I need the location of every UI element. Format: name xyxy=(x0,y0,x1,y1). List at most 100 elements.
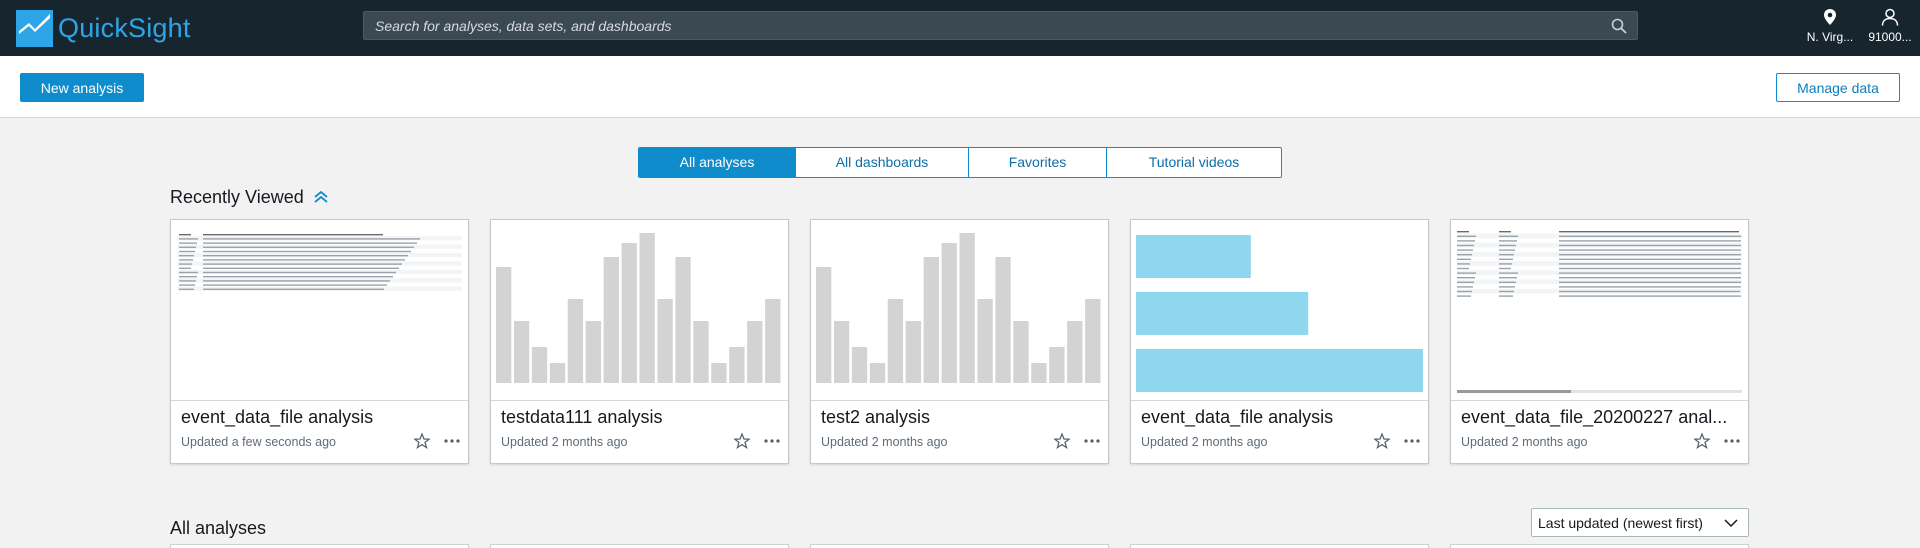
bar-chart-thumbnail xyxy=(816,233,1101,383)
manage-data-button[interactable]: Manage data xyxy=(1776,73,1900,102)
search-icon[interactable] xyxy=(1611,18,1627,34)
favorite-star-icon[interactable] xyxy=(1374,433,1390,449)
thumbnail-cell xyxy=(1559,244,1741,247)
chevron-down-icon xyxy=(1724,519,1738,528)
thumbnail-cell xyxy=(203,234,383,236)
analysis-card-peek[interactable] xyxy=(490,544,789,548)
thumbnail-cell xyxy=(1457,240,1475,242)
location-pin-icon xyxy=(1824,9,1836,25)
analysis-thumbnail xyxy=(491,220,788,401)
thumbnail-bar xyxy=(1085,299,1101,383)
thumbnail-bar xyxy=(816,267,832,383)
search-input[interactable] xyxy=(364,12,1594,39)
analysis-updated: Updated 2 months ago xyxy=(501,435,628,449)
thumbnail-bar xyxy=(567,299,584,383)
thumbnail-bar xyxy=(531,347,548,383)
bar-chart-thumbnail xyxy=(496,233,781,383)
analysis-card-peek[interactable] xyxy=(1450,544,1749,548)
collapse-icon[interactable] xyxy=(313,190,329,204)
thumbnail-cell xyxy=(1457,235,1476,237)
thumbnail-cell xyxy=(1457,263,1470,265)
region-selector[interactable]: N. Virg... xyxy=(1800,6,1860,50)
thumbnail-cell xyxy=(203,250,411,253)
thumbnail-bar xyxy=(1049,347,1065,383)
more-options-icon[interactable] xyxy=(1083,433,1101,449)
analysis-card[interactable]: event_data_file_20200227 anal... Updated… xyxy=(1450,219,1749,464)
search-bar[interactable] xyxy=(363,11,1638,40)
tab-all-analyses[interactable]: All analyses xyxy=(639,148,796,177)
account-label: 91000... xyxy=(1868,30,1912,44)
favorite-star-icon[interactable] xyxy=(734,433,750,449)
thumbnail-cell xyxy=(1457,254,1472,256)
thumbnail-cell xyxy=(1559,295,1741,297)
thumbnail-cell xyxy=(203,276,393,278)
more-options-icon[interactable] xyxy=(443,433,461,449)
thumbnail-bar xyxy=(675,257,691,383)
thumbnail-cell xyxy=(1499,290,1514,293)
thumbnail-bar xyxy=(851,347,868,383)
thumbnail-cell xyxy=(1559,249,1741,251)
thumbnail-bar xyxy=(639,233,655,383)
analysis-card-peek[interactable] xyxy=(810,544,1109,548)
thumbnail-cell xyxy=(1499,249,1515,251)
thumbnail-bar xyxy=(923,257,939,383)
thumbnail-bar xyxy=(905,321,922,383)
user-icon xyxy=(1881,8,1899,26)
analysis-card[interactable]: test2 analysis Updated 2 months ago xyxy=(810,219,1109,464)
thumbnail-cell xyxy=(1499,231,1511,233)
thumbnail-cell xyxy=(203,246,414,248)
thumbnail-cell xyxy=(203,259,405,261)
quicksight-logo[interactable]: QuickSight xyxy=(16,8,191,48)
thumbnail-cell xyxy=(1457,231,1469,233)
thumbnail-cell xyxy=(1559,254,1741,256)
table-thumbnail xyxy=(1457,231,1742,393)
thumbnail-cell xyxy=(1499,244,1516,247)
tab-favorites[interactable]: Favorites xyxy=(969,148,1107,177)
more-options-icon[interactable] xyxy=(1403,433,1421,449)
horizontal-bar-chart-thumbnail xyxy=(1136,235,1423,392)
new-analysis-button[interactable]: New analysis xyxy=(20,73,144,102)
thumbnail-bar xyxy=(657,299,673,383)
tab-all-dashboards[interactable]: All dashboards xyxy=(796,148,969,177)
thumbnail-bar xyxy=(977,299,993,383)
thumbnail-bar xyxy=(995,257,1011,383)
account-menu[interactable]: 91000... xyxy=(1862,6,1918,50)
thumbnail-cell xyxy=(203,267,399,269)
favorite-star-icon[interactable] xyxy=(414,433,430,449)
thumbnail-bar xyxy=(1136,349,1423,392)
thumbnail-cell xyxy=(1457,277,1475,279)
thumbnail-bar xyxy=(729,347,745,383)
thumbnail-cell xyxy=(179,271,198,274)
analysis-title[interactable]: testdata111 analysis xyxy=(501,407,771,428)
thumbnail-bar xyxy=(693,321,709,383)
thumbnail-cell xyxy=(1457,286,1473,288)
analysis-card-peek[interactable] xyxy=(1130,544,1429,548)
favorite-star-icon[interactable] xyxy=(1054,433,1070,449)
analysis-card-peek[interactable] xyxy=(170,544,469,548)
analysis-title[interactable]: event_data_file analysis xyxy=(181,407,451,428)
analysis-updated: Updated 2 months ago xyxy=(1461,435,1588,449)
more-options-icon[interactable] xyxy=(1723,433,1741,449)
thumbnail-cell xyxy=(1559,235,1741,237)
analysis-card[interactable]: event_data_file analysis Updated 2 month… xyxy=(1130,219,1429,464)
analysis-updated: Updated 2 months ago xyxy=(821,435,948,449)
thumbnail-cell xyxy=(1457,281,1474,283)
analysis-title[interactable]: event_data_file_20200227 anal... xyxy=(1461,407,1731,428)
thumbnail-bar xyxy=(747,321,763,383)
thumbnail-cell xyxy=(1499,277,1517,279)
thumbnail-bar xyxy=(1031,363,1047,383)
analysis-card[interactable]: event_data_file analysis Updated a few s… xyxy=(170,219,469,464)
thumbnail-cell xyxy=(203,238,420,240)
thumbnail-cell xyxy=(1559,263,1741,265)
analysis-card[interactable]: testdata111 analysis Updated 2 months ag… xyxy=(490,219,789,464)
sort-dropdown[interactable]: Last updated (newest first) xyxy=(1531,508,1749,537)
thumbnail-cell xyxy=(1559,231,1739,233)
analysis-title[interactable]: test2 analysis xyxy=(821,407,1091,428)
thumbnail-bar xyxy=(869,363,886,383)
favorite-star-icon[interactable] xyxy=(1694,433,1710,449)
tab-tutorial-videos[interactable]: Tutorial videos xyxy=(1107,148,1281,177)
analysis-thumbnail xyxy=(811,220,1108,401)
thumbnail-cell xyxy=(1559,281,1741,283)
more-options-icon[interactable] xyxy=(763,433,781,449)
analysis-title[interactable]: event_data_file analysis xyxy=(1141,407,1411,428)
